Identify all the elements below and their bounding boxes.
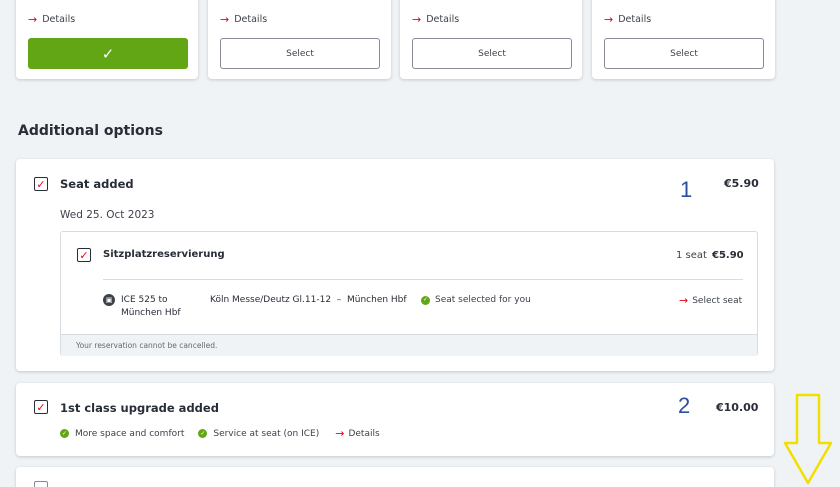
- fare-details-link[interactable]: → Details: [220, 13, 267, 26]
- seat-option-card: ✓ Seat added 1 €5.90 Wed 25. Oct 2023 ✓ …: [16, 159, 774, 371]
- checkmark-icon: ✓: [36, 400, 46, 414]
- reservation-title: Sitzplatzreservierung: [103, 249, 225, 260]
- checkmark-icon: ✓: [79, 248, 89, 262]
- section-title: Additional options: [18, 123, 163, 139]
- reservation-panel: ✓ Sitzplatzreservierung 1 seat €5.90 ▣ I…: [60, 231, 758, 356]
- seat-title: Seat added: [60, 177, 134, 191]
- upgrade-checkbox[interactable]: ✓: [34, 400, 48, 414]
- fare-details-link[interactable]: → Details: [412, 13, 459, 26]
- upgrade-price: €10.00: [716, 401, 759, 414]
- arrow-right-icon: →: [679, 294, 689, 307]
- train-line-2: München Hbf: [121, 308, 181, 318]
- arrow-right-icon: →: [335, 427, 345, 440]
- fare-card-1: → Details ✓: [16, 0, 198, 79]
- seat-date: Wed 25. Oct 2023: [60, 209, 155, 221]
- reservation-checkbox[interactable]: ✓: [77, 248, 91, 262]
- arrow-right-icon: →: [28, 13, 38, 26]
- arrow-right-icon: →: [412, 13, 422, 26]
- upgrade-title: 1st class upgrade added: [60, 401, 219, 415]
- reservation-count: 1 seat: [676, 250, 707, 261]
- seat-status: ✓ Seat selected for you: [421, 295, 531, 305]
- arrow-right-icon: →: [220, 13, 230, 26]
- upgrade-option-card: ✓ 1st class upgrade added 2 €10.00 ✓ Mor…: [16, 383, 774, 456]
- upgrade-details-link[interactable]: → Details: [335, 427, 379, 440]
- reservation-note-bar: Your reservation cannot be cancelled.: [61, 334, 757, 356]
- fare-select-button[interactable]: Select: [220, 38, 380, 69]
- train-icon: ▣: [103, 294, 115, 306]
- checkmark-icon: ✓: [101, 44, 115, 63]
- next-checkbox[interactable]: [34, 481, 48, 487]
- reservation-price: €5.90: [712, 250, 744, 261]
- check-circle-icon: ✓: [198, 429, 208, 438]
- arrow-right-icon: →: [604, 13, 614, 26]
- fare-select-button[interactable]: Select: [604, 38, 764, 69]
- check-circle-icon: ✓: [60, 429, 69, 438]
- fare-details-link[interactable]: → Details: [604, 13, 651, 26]
- fare-card-4: → Details Select: [592, 0, 775, 79]
- check-circle-icon: ✓: [421, 295, 430, 305]
- select-seat-link[interactable]: → Select seat: [679, 294, 742, 307]
- fare-card-2: → Details Select: [208, 0, 391, 79]
- next-option-card: [16, 467, 774, 487]
- fare-details-link[interactable]: → Details: [28, 13, 75, 26]
- upgrade-features: ✓ More space and comfort ✓ Service at se…: [60, 427, 380, 440]
- annotation-number: 1: [680, 177, 693, 202]
- seat-checkbox[interactable]: ✓: [34, 177, 48, 191]
- seat-price: €5.90: [724, 177, 759, 190]
- fare-card-3: → Details Select: [400, 0, 582, 79]
- checkmark-icon: ✓: [36, 177, 46, 191]
- fare-selected-button[interactable]: ✓: [28, 38, 188, 69]
- divider: [103, 279, 743, 280]
- fare-select-button[interactable]: Select: [412, 38, 572, 69]
- route-text: Köln Messe/Deutz Gl.11-12 – München Hbf: [210, 295, 407, 305]
- annotation-number: 2: [678, 393, 691, 418]
- reservation-note: Your reservation cannot be cancelled.: [76, 341, 218, 350]
- train-line-1: ICE 525 to: [121, 295, 168, 305]
- down-arrow-annotation-icon: [783, 393, 833, 485]
